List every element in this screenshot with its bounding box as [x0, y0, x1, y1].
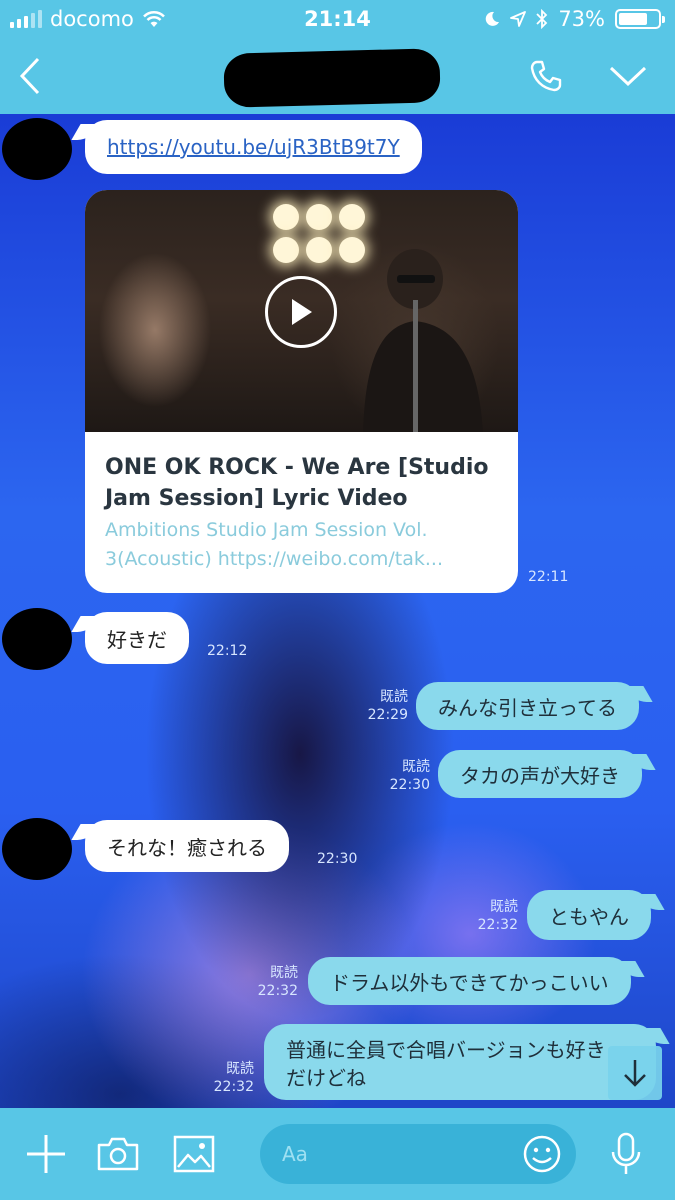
- message-bubble[interactable]: みんな引き立ってる: [416, 682, 639, 730]
- avatar[interactable]: [2, 818, 72, 880]
- link-bubble[interactable]: https://youtu.be/ujR3BtB9t7Y: [85, 120, 422, 174]
- image-button[interactable]: [170, 1132, 218, 1176]
- avatar[interactable]: [2, 608, 72, 670]
- message-input[interactable]: [282, 1138, 502, 1170]
- read-receipt: 既読 22:32: [213, 1061, 254, 1095]
- status-bar: docomo 21:14 73%: [0, 0, 675, 38]
- battery-percent: 73%: [558, 7, 605, 31]
- message-bubble[interactable]: ともやん: [527, 890, 651, 940]
- stage-lights: [273, 204, 365, 263]
- chat-header: [0, 38, 675, 114]
- chat-area[interactable]: https://youtu.be/ujR3BtB9t7Y ONE OK ROCK…: [0, 114, 675, 1108]
- message-bubble[interactable]: タカの声が大好き: [438, 750, 642, 798]
- play-button[interactable]: [265, 276, 337, 348]
- read-receipt: 既読 22:30: [389, 759, 430, 793]
- menu-button[interactable]: [604, 54, 652, 98]
- scroll-to-bottom-button[interactable]: [608, 1046, 662, 1100]
- card-description: Ambitions Studio Jam Session Vol. 3(Acou…: [105, 519, 444, 570]
- chevron-down-icon: [609, 66, 647, 87]
- avatar[interactable]: [2, 118, 72, 180]
- link-preview-card[interactable]: ONE OK ROCK - We Are [Studio Jam Session…: [85, 190, 518, 593]
- message-link[interactable]: https://youtu.be/ujR3BtB9t7Y: [107, 135, 400, 159]
- emoji-button[interactable]: [520, 1132, 564, 1176]
- video-thumbnail[interactable]: [85, 190, 518, 432]
- singer-silhouette: [363, 249, 483, 432]
- redacted-contact-name: [223, 48, 441, 108]
- moon-icon: [486, 11, 500, 26]
- message-field[interactable]: [260, 1124, 576, 1184]
- message-bubble[interactable]: 好きだ: [85, 612, 189, 664]
- chevron-left-icon: [19, 57, 40, 95]
- message-bubble[interactable]: それな！癒される: [85, 820, 289, 872]
- read-receipt: 既読 22:32: [257, 965, 298, 999]
- phone-icon: [530, 60, 562, 92]
- microphone-icon: [611, 1132, 641, 1174]
- call-button[interactable]: [522, 54, 570, 98]
- battery-icon: [615, 9, 665, 29]
- back-button[interactable]: [6, 54, 54, 98]
- read-receipt: 既読 22:29: [367, 689, 408, 723]
- bluetooth-icon: [536, 9, 548, 29]
- play-icon: [292, 299, 312, 325]
- add-button[interactable]: [22, 1132, 70, 1176]
- arrow-down-icon: [624, 1060, 646, 1087]
- camera-icon: [97, 1137, 139, 1171]
- timestamp: 22:30: [317, 851, 358, 867]
- message-bubble[interactable]: 普通に全員で合唱バージョンも好き だけどね: [264, 1024, 656, 1100]
- timestamp: 22:11: [528, 569, 569, 585]
- emoji-icon: [523, 1135, 561, 1173]
- camera-button[interactable]: [94, 1132, 142, 1176]
- location-icon: [510, 11, 527, 27]
- input-bar: [0, 1108, 675, 1200]
- message-bubble[interactable]: ドラム以外もできてかっこいい: [308, 957, 631, 1005]
- image-icon: [173, 1135, 215, 1173]
- plus-icon: [27, 1135, 65, 1173]
- voice-button[interactable]: [602, 1132, 650, 1176]
- card-title: ONE OK ROCK - We Are [Studio Jam Session…: [105, 455, 489, 511]
- timestamp: 22:12: [207, 643, 248, 659]
- read-receipt: 既読 22:32: [477, 899, 518, 933]
